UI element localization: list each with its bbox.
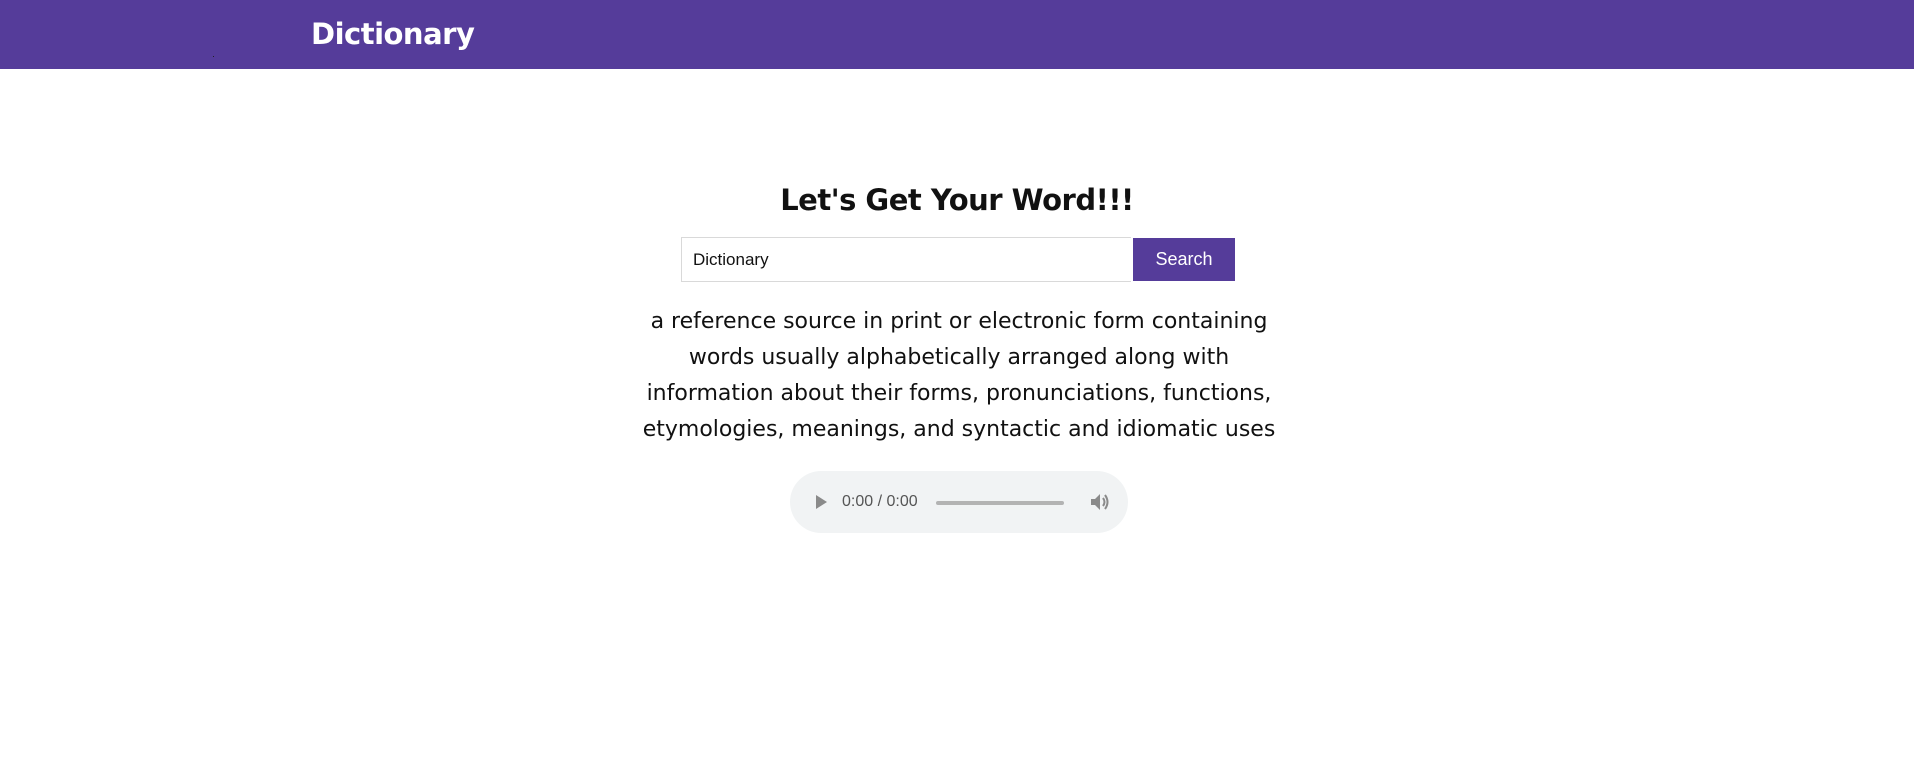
nav-dot (213, 56, 214, 57)
search-button[interactable]: Search (1133, 238, 1235, 281)
page-heading: Let's Get Your Word!!! (780, 183, 1134, 217)
word-definition: a reference source in print or electroni… (642, 309, 1276, 442)
search-input[interactable] (681, 237, 1131, 282)
audio-player[interactable]: 0:00 / 0:00 (790, 471, 1128, 533)
volume-icon[interactable] (1090, 493, 1110, 511)
brand-title[interactable]: Dictionary (311, 16, 475, 52)
search-form: Search (681, 237, 1236, 282)
play-icon[interactable] (816, 495, 827, 509)
main-content: Let's Get Your Word!!! Search a referenc… (0, 69, 1914, 766)
audio-progress-slider[interactable] (936, 501, 1064, 505)
navbar: Dictionary (0, 0, 1914, 69)
audio-time: 0:00 / 0:00 (842, 493, 918, 510)
